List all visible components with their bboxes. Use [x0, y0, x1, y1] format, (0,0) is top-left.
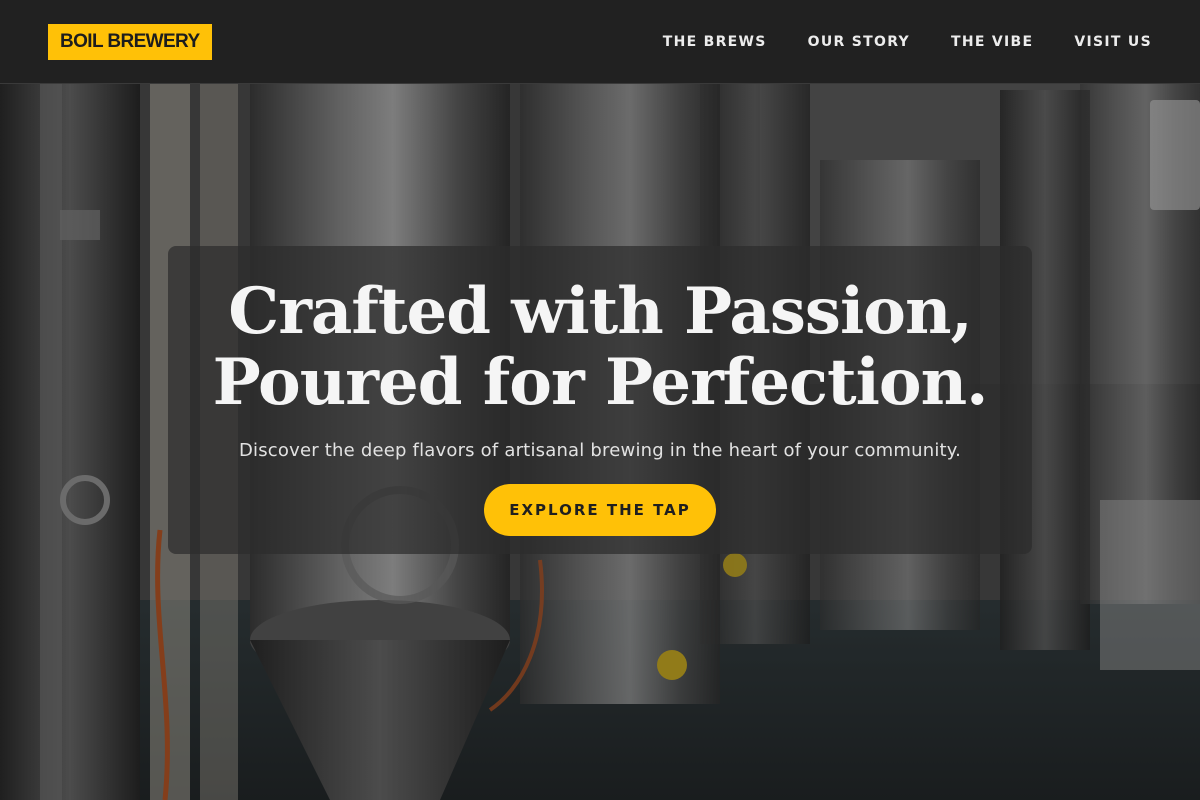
nav-link-our-story[interactable]: OUR STORY	[808, 34, 910, 50]
nav-link-the-brews[interactable]: THE BREWS	[663, 34, 767, 50]
hero-title: Crafted with Passion, Poured for Perfect…	[168, 276, 1032, 418]
hero-subtitle: Discover the deep flavors of artisanal b…	[238, 440, 962, 461]
nav-link-visit-us[interactable]: VISIT US	[1074, 34, 1152, 50]
hero-title-line-1: Crafted with Passion,	[228, 274, 973, 349]
hero-title-line-2: Poured for Perfection.	[212, 345, 989, 420]
site-header: BOIL BREWERY THE BREWS OUR STORY THE VIB…	[0, 0, 1200, 84]
main-nav: THE BREWS OUR STORY THE VIBE VISIT US	[663, 34, 1152, 50]
brand-logo[interactable]: BOIL BREWERY	[48, 23, 212, 60]
explore-the-tap-button[interactable]: EXPLORE THE TAP	[484, 484, 716, 536]
hero-card: Crafted with Passion, Poured for Perfect…	[168, 246, 1032, 554]
nav-link-the-vibe[interactable]: THE VIBE	[951, 34, 1033, 50]
